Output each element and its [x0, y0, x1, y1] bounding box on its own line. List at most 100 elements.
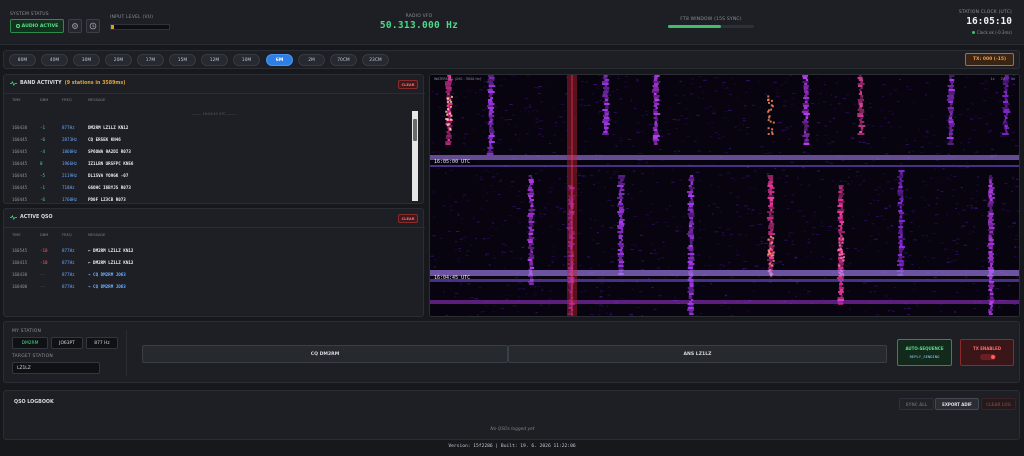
offset-field[interactable]: 877 Hz — [86, 337, 118, 349]
qso-list: 160545 -10 877Hz ← DM2RM LZ1LZ KN12 160415 -1… — [12, 244, 402, 292]
target-station-field[interactable]: LZ1LZ — [12, 362, 100, 374]
qso-row[interactable]: 160545 -10 877Hz ← DM2RM LZ1LZ KN12 — [12, 244, 402, 256]
col-time: TIME — [12, 233, 21, 237]
activity-row[interactable]: 160445 0 1966Hz IZ1LBN UR5FPC KN56 — [12, 157, 402, 169]
row-time: 160445 — [12, 148, 28, 154]
active-qso-panel: ACTIVE QSO CLEAR TIME DBM FREQ MESSAGE 1… — [3, 208, 425, 317]
band-button-20m[interactable]: 20M — [105, 54, 132, 66]
row-time: 160400 — [12, 283, 28, 289]
tx-enabled-label: TX ENABLED — [972, 346, 1002, 351]
zoom-4x-button[interactable]: 4x — [1011, 77, 1015, 81]
row-message: ← DM2RM LZ1LZ KN12 — [88, 259, 134, 265]
waterfall-canvas[interactable] — [430, 75, 1020, 317]
activity-scrollbar[interactable] — [412, 111, 418, 201]
row-db: -4 — [40, 148, 46, 154]
band-activity-count: (9 stations in 3589ms) — [64, 81, 126, 86]
activity-row[interactable]: 160445 -1 718Hz G6OHC I6BYJS R073 — [12, 181, 402, 193]
band-button-80m[interactable]: 80M — [9, 54, 36, 66]
locator-field[interactable]: JO63PT — [51, 337, 83, 349]
band-button-12m[interactable]: 12M — [201, 54, 228, 66]
zoom-2x-button[interactable]: 2x — [1001, 77, 1005, 81]
band-button-2m[interactable]: 2M — [298, 54, 325, 66]
row-time: 160445 — [12, 172, 28, 178]
band-button-10m[interactable]: 10M — [233, 54, 260, 66]
row-time: 160445 — [12, 136, 28, 142]
band-button-15m[interactable]: 15M — [169, 54, 196, 66]
row-freq: 1760Hz — [62, 196, 78, 202]
row-freq: 1860Hz — [62, 148, 78, 154]
row-db: 0 — [40, 160, 43, 166]
waterfall-display[interactable]: WATERFALL (200 - 3000 Hz) 1x 2x 4x 16:05… — [429, 74, 1020, 317]
col-freq: FREQ — [62, 233, 72, 237]
clear-log-button[interactable]: CLEAR LOG — [981, 398, 1016, 410]
tx-switch[interactable] — [980, 354, 996, 360]
activity-row[interactable]: 160445 -6 2873Hz CQ ER5EK KN46 — [12, 133, 402, 145]
band-button-17m[interactable]: 17M — [137, 54, 164, 66]
clock-sync-button[interactable] — [86, 19, 100, 33]
row-time: 160415 — [12, 259, 28, 265]
version-footer: Version: 15f2286 | Built: 19. 6. 2026 11… — [448, 444, 576, 449]
radio-vfo-frequency: 50.313.000 Hz — [379, 20, 459, 31]
col-message: MESSAGE — [88, 98, 106, 102]
sync-all-button[interactable]: SYNC ALL — [899, 398, 934, 410]
ft8-window-progress — [668, 25, 754, 28]
zoom-1x-button[interactable]: 1x — [990, 77, 994, 81]
auto-sequence-toggle[interactable]: AUTO-SEQUENCE REPLY_SENDING — [897, 339, 952, 366]
band-button-70cm[interactable]: 70CM — [330, 54, 357, 66]
qso-table-header: TIME DBM FREQ MESSAGE — [12, 233, 392, 237]
system-status-label: SYSTEM STATUS — [10, 12, 49, 17]
band-activity-title-text: BAND ACTIVITY — [20, 81, 62, 86]
status-dot-icon — [971, 31, 975, 34]
band-button-6m[interactable]: 6M — [266, 54, 293, 66]
waterfall-timestamp: 16:04:45 UTC — [434, 275, 471, 281]
row-message: ← DM2RM LZ1LZ KN12 — [88, 247, 134, 253]
settings-button[interactable] — [68, 19, 82, 33]
clock-status: Clock ok (-0.3ms) — [971, 30, 1012, 35]
band-activity-title: BAND ACTIVITY (9 stations in 3589ms) — [10, 81, 125, 86]
my-station-label: MY STATION — [12, 329, 42, 334]
activity-row[interactable]: 160445 -5 2119Hz DL1SVA YO9GK -07 — [12, 169, 402, 181]
row-freq: 877Hz — [62, 247, 75, 253]
row-freq: 718Hz — [62, 184, 75, 190]
band-activity-panel: BAND ACTIVITY (9 stations in 3589ms) CLE… — [3, 74, 425, 205]
clock-icon — [89, 22, 97, 30]
activity-row[interactable]: 160430 -1 877Hz DM2RM LZ1LZ KN12 — [12, 121, 402, 133]
tx-status-badge[interactable]: TX: 000 (-15) — [965, 53, 1014, 66]
band-button-30m[interactable]: 30M — [73, 54, 100, 66]
scrollbar-thumb[interactable] — [413, 119, 417, 141]
waterfall-zoom-controls: 1x 2x 4x — [990, 77, 1015, 81]
answer-button[interactable]: ANS LZ1LZ — [508, 345, 887, 363]
qso-row[interactable]: 160430 -- 877Hz → CQ DM2RM JO63 — [12, 268, 402, 280]
export-adif-button[interactable]: EXPORT ADIF — [935, 398, 979, 410]
col-freq: FREQ — [62, 98, 72, 102]
activity-row[interactable]: 160445 -6 1760Hz PD0F LZ3CB R073 — [12, 193, 402, 205]
row-freq: 1966Hz — [62, 160, 78, 166]
tx-enable-toggle[interactable]: TX ENABLED — [960, 339, 1014, 366]
callsign-field[interactable]: DM2RM — [12, 337, 48, 349]
activity-icon — [10, 81, 17, 86]
clear-activity-button[interactable]: CLEAR — [398, 80, 418, 89]
activity-row[interactable]: 160445 -4 1860Hz SP6OWA 9A2DI R073 — [12, 145, 402, 157]
band-button-23cm[interactable]: 23CM — [362, 54, 389, 66]
qso-row[interactable]: 160400 -- 877Hz → CQ DM2RM JO63 — [12, 280, 402, 292]
col-db: DBM — [40, 98, 49, 102]
clear-qso-button[interactable]: CLEAR — [398, 214, 418, 223]
activity-icon — [10, 215, 17, 220]
row-freq: 877Hz — [62, 259, 75, 265]
time-separator: ——— 16:04:45 UTC ——— — [191, 112, 237, 116]
col-db: DBM — [40, 233, 49, 237]
row-freq: 877Hz — [62, 271, 75, 277]
audio-button-label: AUDIO ACTIVE — [21, 23, 59, 29]
band-button-40m[interactable]: 40M — [41, 54, 68, 66]
audio-toggle-button[interactable]: AUDIO ACTIVE — [10, 19, 64, 33]
waterfall-timestamp: 16:05:00 UTC — [434, 159, 471, 165]
col-message: MESSAGE — [88, 233, 106, 237]
activity-list: 160430 -1 877Hz DM2RM LZ1LZ KN12 160445 -6 287… — [12, 121, 402, 205]
empty-log-message: No QSOs logged yet — [490, 427, 535, 432]
target-station-label: TARGET STATION — [12, 354, 53, 359]
active-qso-title: ACTIVE QSO — [10, 215, 53, 220]
cq-button[interactable]: CQ DM2RM — [142, 345, 508, 363]
row-message: IZ1LBN UR5FPC KN56 — [88, 160, 134, 166]
qso-row[interactable]: 160415 -10 877Hz ← DM2RM LZ1LZ KN12 — [12, 256, 402, 268]
row-freq: 877Hz — [62, 283, 75, 289]
